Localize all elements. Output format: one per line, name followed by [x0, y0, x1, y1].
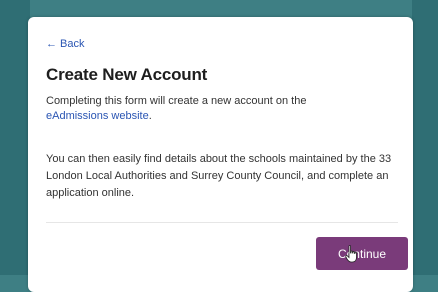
details-text: You can then easily find details about t…	[46, 153, 392, 199]
page-title: Create New Account	[46, 65, 208, 84]
continue-button[interactable]: Continue	[316, 237, 408, 270]
back-arrow-icon: ←	[46, 37, 57, 50]
back-link-label: Back	[60, 38, 85, 50]
intro-text: Completing this form will create a new a…	[46, 94, 396, 124]
back-link[interactable]: ← Back	[46, 38, 84, 50]
background-right-edge	[412, 0, 438, 275]
background-left-edge	[0, 0, 30, 275]
intro-text-end: .	[148, 110, 152, 122]
divider	[46, 222, 398, 223]
eadmissions-website-link[interactable]: eAdmissions website	[46, 110, 149, 122]
intro-text-start: Completing this form will create a new a…	[46, 95, 307, 107]
create-account-card: ← Back Create New Account Completing thi…	[28, 17, 413, 292]
